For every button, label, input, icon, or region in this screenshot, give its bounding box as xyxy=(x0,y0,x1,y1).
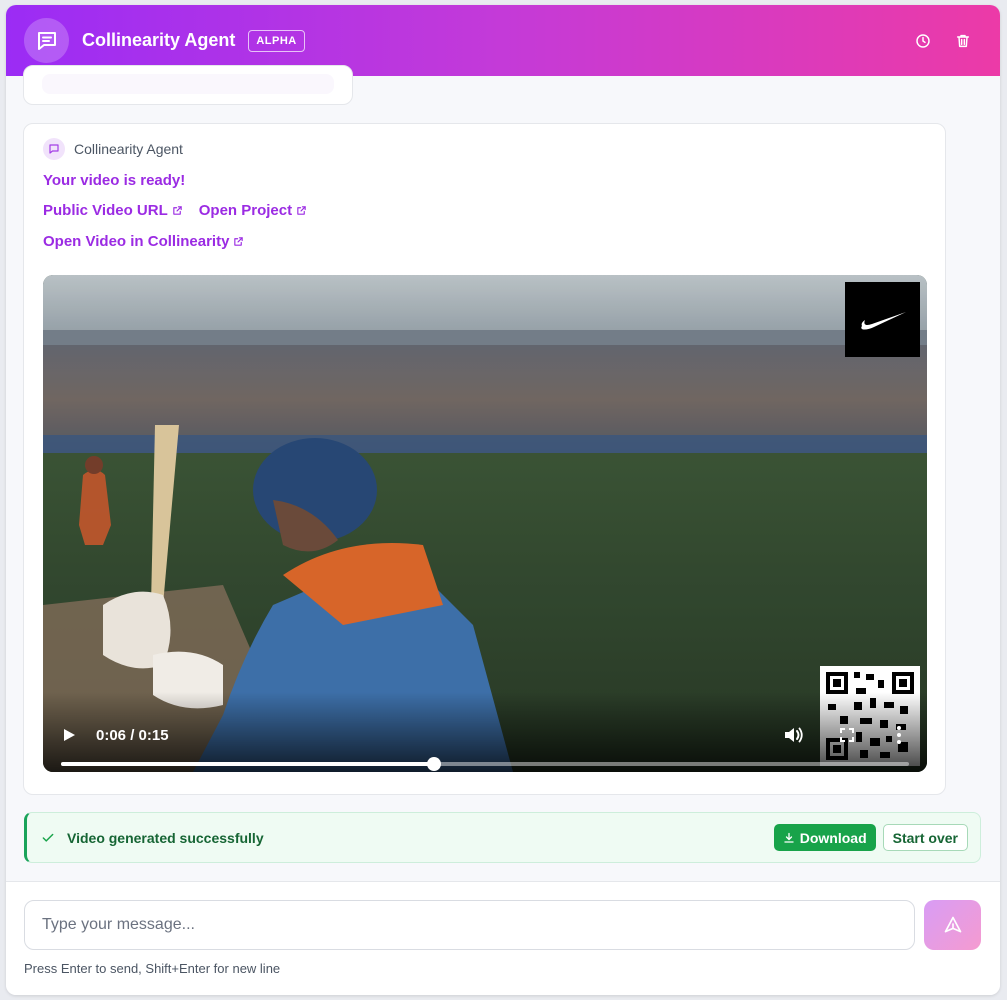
open-project-label: Open Project xyxy=(198,202,293,219)
video-time: 0:06 / 0:15 xyxy=(96,727,169,744)
play-button[interactable] xyxy=(61,727,77,743)
video-progress-bar[interactable] xyxy=(61,757,909,771)
external-link-icon xyxy=(234,237,244,246)
external-link-icon xyxy=(173,206,182,215)
agent-name: Collinearity Agent xyxy=(74,141,183,157)
more-options-button[interactable] xyxy=(895,725,903,745)
external-link-icon xyxy=(297,206,306,215)
message-input[interactable] xyxy=(24,900,915,950)
check-icon xyxy=(42,833,54,842)
mute-button[interactable] xyxy=(783,726,803,744)
download-icon xyxy=(784,832,794,843)
more-vertical-icon xyxy=(897,726,901,744)
public-video-url-label: Public Video URL xyxy=(43,202,168,219)
video-progress-thumb[interactable] xyxy=(427,757,442,771)
download-button[interactable]: Download xyxy=(773,824,876,851)
chat-bubble-icon xyxy=(49,144,59,154)
clock-icon xyxy=(916,33,930,48)
header-actions xyxy=(914,32,982,50)
composer-hint: Press Enter to send, Shift+Enter for new… xyxy=(24,961,281,976)
previous-message-content xyxy=(42,74,334,94)
download-label: Download xyxy=(799,829,867,846)
app-title: Collinearity Agent xyxy=(82,30,236,50)
link-row: Public Video URL Open Project xyxy=(43,202,307,219)
agent-message-card: Collinearity Agent Your video is ready! … xyxy=(23,123,946,795)
previous-message-card xyxy=(23,65,353,105)
video-player[interactable]: 0:06 / 0:15 xyxy=(43,275,927,772)
app-window: Collinearity Agent ALPHA Collinearity Ag… xyxy=(6,5,1000,995)
fullscreen-button[interactable] xyxy=(840,728,854,742)
swoosh-icon xyxy=(860,311,906,330)
video-progress-fill xyxy=(61,762,435,766)
open-video-in-collinearity-link[interactable]: Open Video in Collinearity xyxy=(43,233,244,250)
history-button[interactable] xyxy=(914,32,932,50)
fullscreen-icon xyxy=(840,728,854,742)
agent-avatar xyxy=(43,138,65,160)
video-ready-text: Your video is ready! xyxy=(43,172,186,189)
public-video-url-link[interactable]: Public Video URL xyxy=(43,202,183,219)
agent-header: Collinearity Agent xyxy=(43,138,183,160)
success-actions: Download Start over xyxy=(773,824,980,851)
open-video-in-collinearity-label: Open Video in Collinearity xyxy=(43,233,230,250)
link-row-2: Open Video in Collinearity xyxy=(43,233,244,250)
success-message: Video generated successfully xyxy=(67,829,264,846)
start-over-button[interactable]: Start over xyxy=(882,824,968,851)
brand-logo xyxy=(845,282,920,357)
open-project-link[interactable]: Open Project xyxy=(199,202,307,219)
send-button[interactable] xyxy=(924,900,981,950)
success-banner: Video generated successfully Download St… xyxy=(24,812,981,863)
delete-chat-button[interactable] xyxy=(954,32,972,50)
trash-icon xyxy=(956,34,970,47)
chat-bubble-icon xyxy=(24,18,69,63)
volume-icon xyxy=(785,727,803,743)
play-icon xyxy=(64,729,75,741)
video-controls: 0:06 / 0:15 xyxy=(43,692,927,772)
message-composer: Press Enter to send, Shift+Enter for new… xyxy=(6,881,1000,995)
send-icon xyxy=(944,916,961,933)
alpha-badge: ALPHA xyxy=(248,29,305,52)
